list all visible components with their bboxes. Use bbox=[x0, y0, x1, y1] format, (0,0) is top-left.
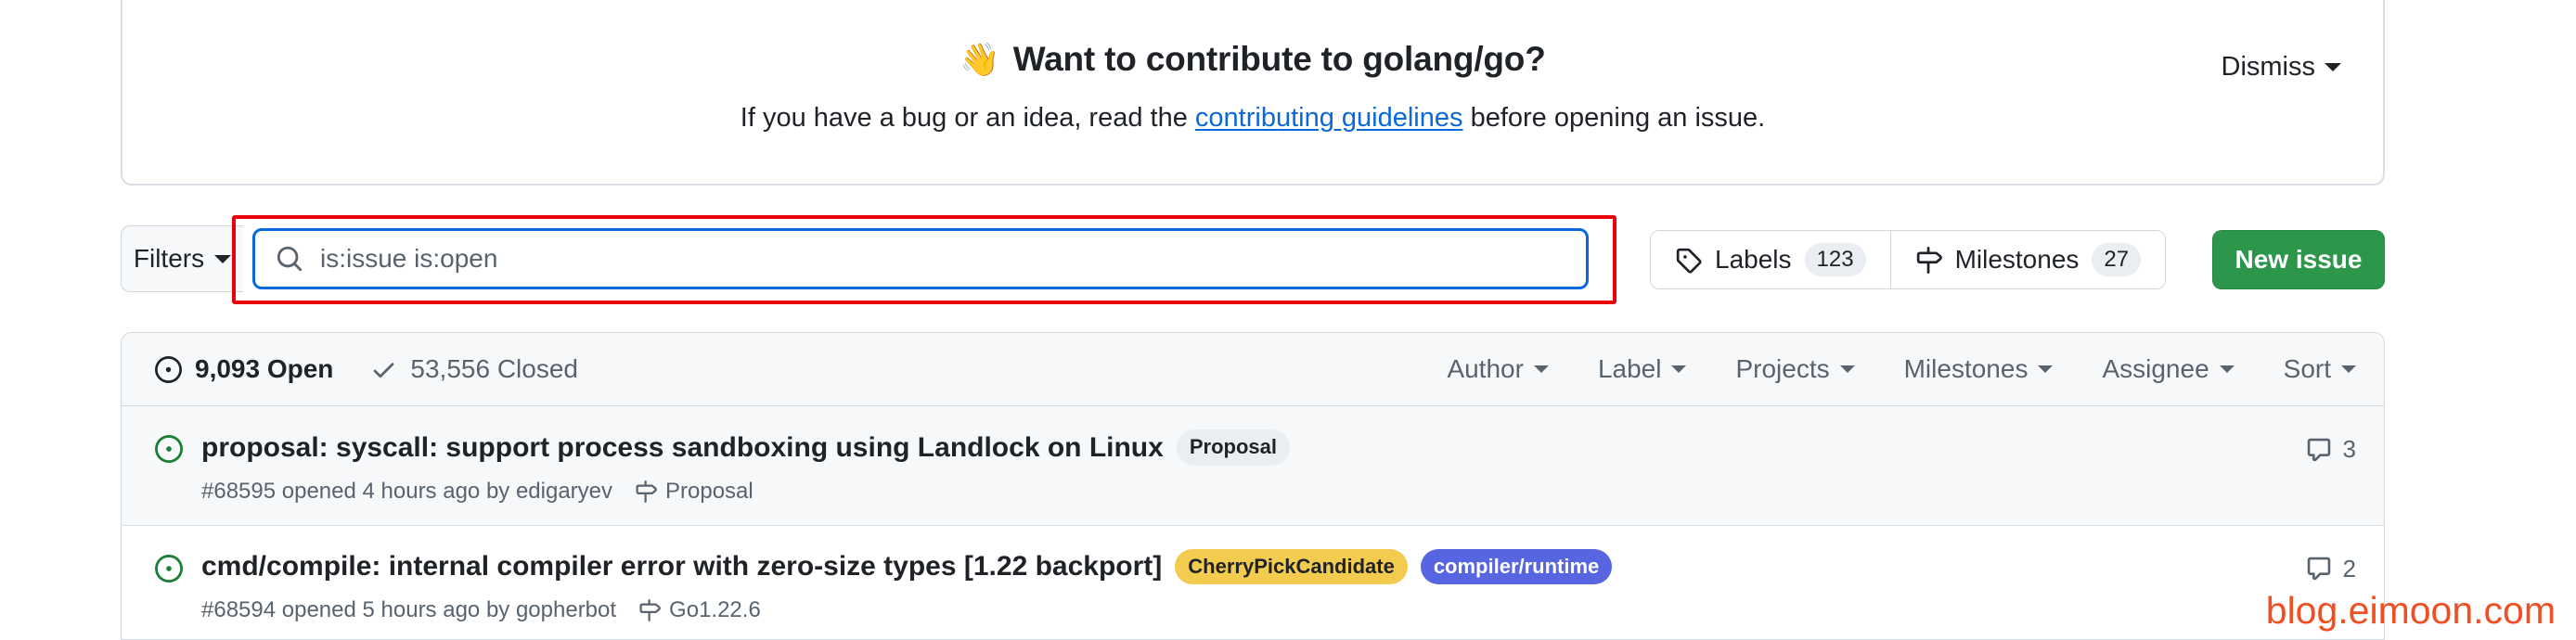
milestones-filter-label: Milestones bbox=[1903, 354, 2029, 383]
issue-title-link[interactable]: proposal: syscall: support process sandb… bbox=[201, 430, 1164, 466]
issue-opened-icon bbox=[155, 435, 183, 463]
chevron-down-icon bbox=[2038, 365, 2054, 373]
search-input-value: is:issue is:open bbox=[320, 244, 498, 273]
banner-subtitle-before: If you have a bug or an idea, read the bbox=[740, 103, 1188, 134]
sort-filter-dropdown[interactable]: Sort bbox=[2284, 354, 2356, 384]
issue-content: proposal: syscall: support process sandb… bbox=[201, 429, 2245, 505]
issue-label-chip[interactable]: Proposal bbox=[1176, 429, 1290, 466]
milestones-button[interactable]: Milestones 27 bbox=[1889, 231, 2166, 288]
issue-metadata: #68594 opened 5 hours ago by gopherbot G… bbox=[201, 597, 2245, 623]
chevron-down-icon bbox=[1839, 365, 1855, 373]
banner-subtitle-after: before opening an issue. bbox=[1470, 103, 1766, 134]
milestones-filter-dropdown[interactable]: Milestones bbox=[1904, 354, 2054, 384]
projects-filter-dropdown[interactable]: Projects bbox=[1735, 354, 1855, 384]
check-icon bbox=[370, 356, 397, 383]
banner-subtitle: If you have a bug or an idea, read the c… bbox=[122, 101, 2383, 136]
chevron-down-icon bbox=[1671, 365, 1687, 373]
author-filter-label: Author bbox=[1447, 354, 1524, 383]
new-issue-button[interactable]: New issue bbox=[2212, 230, 2385, 289]
issues-list-header: 9,093 Open 53,556 Closed Author Label Pr… bbox=[122, 333, 2384, 406]
projects-filter-label: Projects bbox=[1735, 354, 1830, 383]
assignee-filter-label: Assignee bbox=[2102, 354, 2209, 383]
sort-filter-label: Sort bbox=[2283, 354, 2331, 383]
chevron-down-icon bbox=[2341, 365, 2356, 373]
contribute-banner: 👋 Want to contribute to golang/go? If yo… bbox=[121, 0, 2385, 186]
issue-title-line: cmd/compile: internal compiler error wit… bbox=[201, 548, 2245, 585]
chevron-down-icon bbox=[2325, 63, 2341, 71]
open-issues-count-label: 9,093 Open bbox=[195, 354, 334, 383]
contributing-guidelines-link[interactable]: contributing guidelines bbox=[1195, 103, 1463, 133]
chevron-down-icon bbox=[1533, 365, 1549, 373]
milestone-icon bbox=[638, 599, 661, 622]
issue-milestone[interactable]: Go1.22.6 bbox=[638, 597, 761, 623]
labels-count: 123 bbox=[1804, 243, 1866, 276]
milestones-label: Milestones bbox=[1954, 245, 2080, 274]
dismiss-button[interactable]: Dismiss bbox=[2221, 52, 2341, 83]
chevron-down-icon bbox=[2219, 365, 2235, 373]
label-filter-dropdown[interactable]: Label bbox=[1598, 354, 1687, 384]
issue-filter-dropdowns: Author Label Projects Milestones Assigne… bbox=[1447, 354, 2356, 384]
banner-title: 👋 Want to contribute to golang/go? bbox=[960, 39, 1545, 80]
issue-milestone-label: Go1.22.6 bbox=[669, 597, 761, 623]
issue-title-link[interactable]: cmd/compile: internal compiler error wit… bbox=[201, 549, 1162, 584]
issue-opened-icon bbox=[155, 554, 183, 582]
milestone-icon bbox=[635, 480, 657, 503]
search-icon bbox=[276, 245, 303, 273]
issue-meta-text: #68595 opened 4 hours ago by edigaryev bbox=[201, 478, 613, 504]
closed-issues-count-label: 53,556 Closed bbox=[410, 354, 578, 383]
banner-content: 👋 Want to contribute to golang/go? If yo… bbox=[122, 39, 2383, 136]
waving-hand-icon: 👋 bbox=[960, 41, 1000, 78]
issue-title-line: proposal: syscall: support process sandb… bbox=[201, 429, 2245, 466]
comment-count-label: 3 bbox=[2342, 435, 2356, 463]
issue-label-chip[interactable]: compiler/runtime bbox=[1420, 548, 1613, 585]
labels-milestones-group: Labels 123 Milestones 27 bbox=[1650, 230, 2167, 289]
author-filter-dropdown[interactable]: Author bbox=[1447, 354, 1549, 384]
comment-icon bbox=[2306, 437, 2332, 463]
labels-button[interactable]: Labels 123 bbox=[1651, 231, 1890, 288]
comment-count-label: 2 bbox=[2342, 554, 2356, 582]
filters-button[interactable]: Filters bbox=[121, 225, 243, 292]
closed-issues-tab[interactable]: 53,556 Closed bbox=[370, 354, 578, 384]
issue-metadata: #68595 opened 4 hours ago by edigaryev P… bbox=[201, 479, 2245, 505]
search-input[interactable]: is:issue is:open bbox=[252, 228, 1589, 289]
issues-list-container: 9,093 Open 53,556 Closed Author Label Pr… bbox=[121, 332, 2385, 640]
assignee-filter-dropdown[interactable]: Assignee bbox=[2102, 354, 2235, 384]
table-row[interactable]: proposal: syscall: support process sandb… bbox=[122, 406, 2384, 526]
chevron-down-icon bbox=[214, 254, 232, 263]
filters-label: Filters bbox=[133, 244, 205, 273]
issue-milestone[interactable]: Proposal bbox=[635, 479, 753, 505]
open-issues-tab[interactable]: 9,093 Open bbox=[155, 354, 333, 384]
tag-icon bbox=[1675, 247, 1702, 274]
table-row[interactable]: cmd/compile: internal compiler error wit… bbox=[122, 525, 2384, 639]
issue-comment-count[interactable]: 3 bbox=[2245, 435, 2356, 464]
github-issues-page: 👋 Want to contribute to golang/go? If yo… bbox=[0, 0, 2576, 640]
banner-title-text: Want to contribute to golang/go? bbox=[1012, 40, 1546, 78]
dismiss-label: Dismiss bbox=[2221, 52, 2316, 82]
issue-content: cmd/compile: internal compiler error wit… bbox=[201, 548, 2245, 624]
issue-comment-count[interactable]: 2 bbox=[2245, 555, 2356, 583]
label-filter-label: Label bbox=[1597, 354, 1662, 383]
issue-opened-icon bbox=[155, 355, 182, 383]
labels-label: Labels bbox=[1715, 245, 1792, 274]
issue-state-filters: 9,093 Open 53,556 Closed bbox=[155, 354, 578, 384]
milestone-icon bbox=[1915, 246, 1942, 274]
milestones-count: 27 bbox=[2092, 243, 2142, 276]
issue-label-chip[interactable]: CherryPickCandidate bbox=[1175, 548, 1408, 585]
comment-icon bbox=[2306, 556, 2332, 582]
issue-milestone-label: Proposal bbox=[665, 478, 753, 504]
issue-meta-text: #68594 opened 5 hours ago by gopherbot bbox=[201, 597, 617, 623]
